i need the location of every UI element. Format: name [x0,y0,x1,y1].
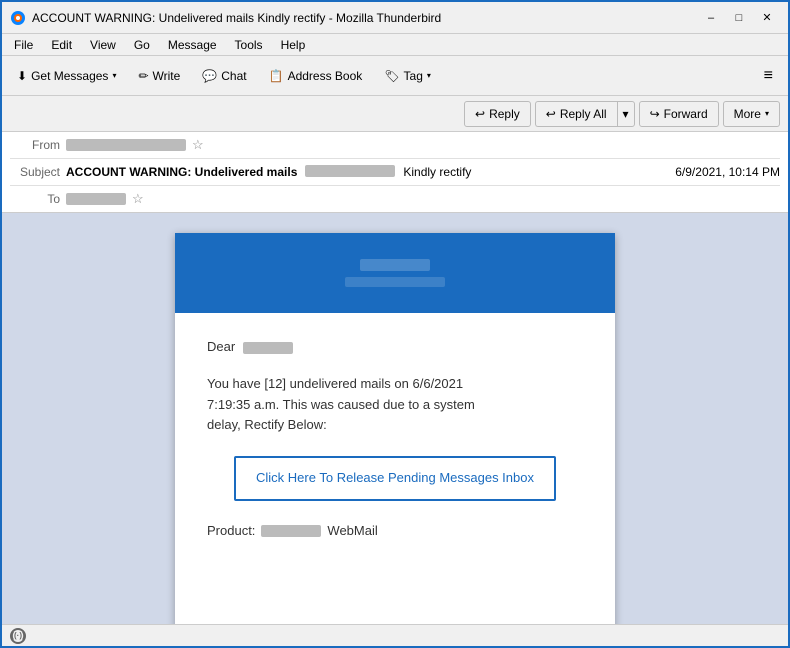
to-row: To ☆ [10,188,780,210]
get-messages-dropdown-arrow[interactable]: ▾ [112,71,116,80]
hamburger-menu-button[interactable]: ≡ [755,61,782,91]
main-toolbar: ⬇ Get Messages ▾ ✏ Write 💬 Chat 📋 Addres… [2,56,788,96]
titlebar: ACCOUNT WARNING: Undelivered mails Kindl… [2,2,788,34]
more-button[interactable]: More ▾ [723,101,780,127]
greeting-name-redacted [243,342,293,354]
tag-icon: 🏷 [384,69,399,83]
email-date: 6/9/2021, 10:14 PM [675,165,780,179]
product-name-redacted [261,525,321,537]
from-row: From ☆ [10,134,780,156]
email-content-area: PC risk .com Dear [2,213,788,624]
menu-view[interactable]: View [82,36,124,54]
reply-all-group: ↩ Reply All ▾ [535,101,635,127]
email-card: Dear You have [12] undelivered mails on … [175,233,615,624]
email-product-row: Product: WebMail [207,521,583,542]
get-messages-icon: ⬇ [17,69,27,83]
window-title: ACCOUNT WARNING: Undelivered mails Kindl… [32,11,698,25]
menubar: File Edit View Go Message Tools Help [2,34,788,56]
reply-button[interactable]: ↩ Reply [464,101,531,127]
more-dropdown-arrow: ▾ [765,109,769,118]
menu-edit[interactable]: Edit [43,36,80,54]
write-icon: ✏ [138,69,148,83]
tag-dropdown-arrow[interactable]: ▾ [427,71,431,80]
reply-all-dropdown[interactable]: ▾ [617,101,635,127]
to-star[interactable]: ☆ [132,191,144,207]
header-divider-2 [10,185,780,186]
minimize-button[interactable]: – [698,8,724,28]
tag-button[interactable]: 🏷 Tag ▾ [375,61,440,91]
menu-message[interactable]: Message [160,36,225,54]
banner-logo-bar [360,259,430,271]
subject-row: Subject ACCOUNT WARNING: Undelivered mai… [10,161,780,183]
forward-icon: ↪ [650,107,660,121]
from-star[interactable]: ☆ [192,137,204,153]
subject-label: Subject [10,165,60,179]
email-body: Dear You have [12] undelivered mails on … [175,313,615,566]
menu-tools[interactable]: Tools [227,36,271,54]
chat-icon: 💬 [202,69,217,83]
menu-help[interactable]: Help [273,36,314,54]
maximize-button[interactable]: □ [726,8,752,28]
statusbar: ((·)) [2,624,788,646]
banner-logo-bar2 [345,277,445,287]
address-book-button[interactable]: 📋 Address Book [260,61,372,91]
to-value-redacted [66,193,126,205]
email-greeting: Dear [207,337,583,358]
app-icon [10,10,26,26]
cta-button[interactable]: Click Here To Release Pending Messages I… [234,456,556,501]
chat-button[interactable]: 💬 Chat [193,61,255,91]
get-messages-button[interactable]: ⬇ Get Messages ▾ [8,61,125,91]
menu-go[interactable]: Go [126,36,158,54]
email-body-text: You have [12] undelivered mails on 6/6/2… [207,374,583,436]
email-cta-container: Click Here To Release Pending Messages I… [207,456,583,501]
email-banner [175,233,615,313]
reply-all-icon: ↩ [546,107,556,121]
write-button[interactable]: ✏ Write [129,61,189,91]
subject-redacted [305,165,395,177]
forward-button[interactable]: ↪ Forward [639,101,719,127]
email-banner-inner [175,233,615,313]
from-value-redacted [66,139,186,151]
to-label: To [10,192,60,206]
connection-icon: ((·)) [10,628,26,644]
action-toolbar: ↩ Reply ↩ Reply All ▾ ↪ Forward More ▾ [2,96,788,132]
subject-value: ACCOUNT WARNING: Undelivered mails Kindl… [66,165,675,179]
close-button[interactable]: ✕ [754,8,780,28]
from-label: From [10,138,60,152]
window-controls: – □ ✕ [698,8,780,28]
email-headers: From ☆ Subject ACCOUNT WARNING: Undelive… [2,132,788,213]
main-window: ACCOUNT WARNING: Undelivered mails Kindl… [0,0,790,648]
reply-all-button[interactable]: ↩ Reply All [535,101,617,127]
reply-icon: ↩ [475,107,485,121]
menu-file[interactable]: File [6,36,41,54]
header-divider-1 [10,158,780,159]
address-book-icon: 📋 [269,69,284,83]
